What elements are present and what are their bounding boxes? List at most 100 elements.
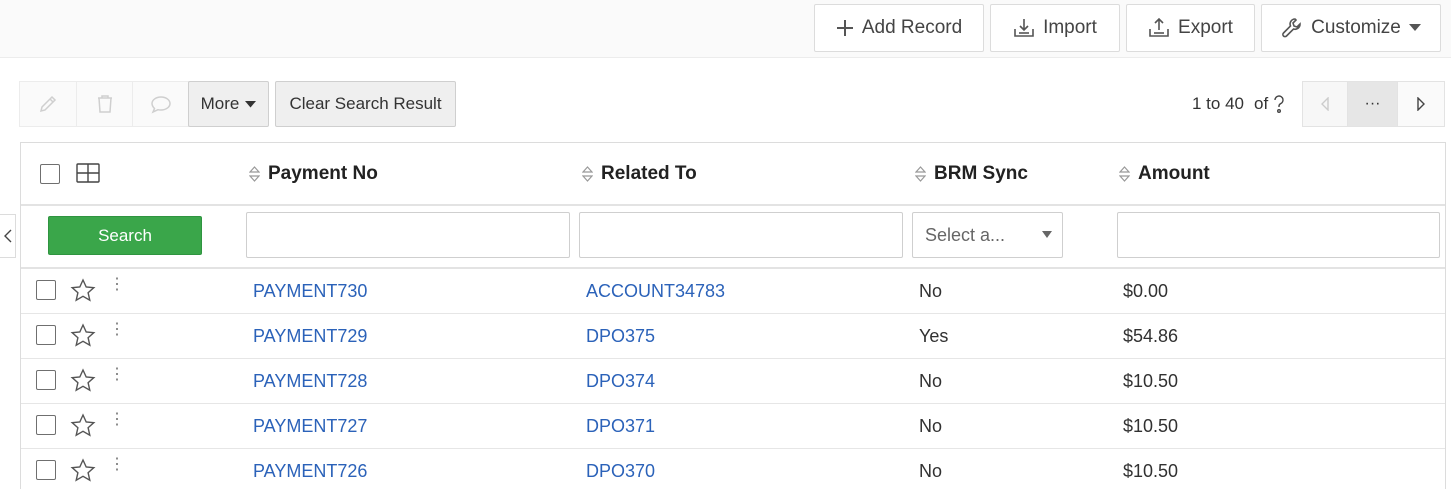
previous-page-button[interactable] bbox=[1302, 81, 1348, 127]
export-button[interactable]: Export bbox=[1126, 4, 1255, 52]
comment-icon bbox=[150, 96, 171, 114]
search-button-label: Search bbox=[98, 225, 152, 245]
column-header-label: BRM Sync bbox=[934, 163, 1028, 184]
column-header-brm-sync[interactable]: BRM Sync bbox=[915, 163, 1028, 185]
clear-search-result-button[interactable]: Clear Search Result bbox=[275, 81, 456, 127]
import-label: Import bbox=[1043, 17, 1097, 38]
sort-icon bbox=[249, 166, 260, 182]
brm-sync-value: Yes bbox=[919, 326, 949, 346]
payment-no-link[interactable]: PAYMENT726 bbox=[253, 461, 367, 482]
amount-filter-input[interactable] bbox=[1117, 212, 1440, 258]
column-header-payment-no[interactable]: Payment No bbox=[249, 163, 378, 185]
brm-sync-value: No bbox=[919, 371, 943, 391]
related-to-link[interactable]: ACCOUNT34783 bbox=[586, 281, 725, 302]
import-button[interactable]: Import bbox=[990, 4, 1120, 52]
edit-button[interactable] bbox=[19, 81, 77, 127]
table-row[interactable]: ⋮ PAYMENT727 DPO371 No $10.50 bbox=[21, 404, 1445, 449]
amount-value: $10.50 bbox=[1123, 371, 1179, 391]
pagination-more-button[interactable]: ··· bbox=[1347, 81, 1398, 127]
star-icon[interactable] bbox=[70, 413, 96, 439]
chevron-left-icon bbox=[1321, 97, 1329, 111]
top-bar: Add Record Import Export Customize bbox=[0, 0, 1451, 58]
table-row[interactable]: ⋮ PAYMENT726 DPO370 No $10.50 bbox=[21, 449, 1445, 489]
table-row[interactable]: ⋮ PAYMENT729 DPO375 Yes $54.86 bbox=[21, 314, 1445, 359]
star-icon[interactable] bbox=[70, 368, 96, 394]
row-checkbox[interactable] bbox=[36, 460, 56, 480]
row-menu-icon[interactable]: ⋮ bbox=[109, 322, 125, 338]
select-all-checkbox[interactable] bbox=[40, 164, 60, 184]
row-checkbox[interactable] bbox=[36, 370, 56, 390]
add-record-label: Add Record bbox=[861, 17, 963, 38]
import-icon bbox=[1014, 19, 1034, 37]
related-to-link[interactable]: DPO374 bbox=[586, 371, 655, 392]
column-header-label: Amount bbox=[1138, 163, 1210, 184]
pagination-dots: ··· bbox=[1364, 95, 1381, 112]
caret-down-icon bbox=[1408, 24, 1421, 31]
row-checkbox[interactable] bbox=[36, 415, 56, 435]
wrench-icon bbox=[1282, 18, 1301, 38]
row-checkbox[interactable] bbox=[36, 325, 56, 345]
amount-value: $10.50 bbox=[1123, 416, 1179, 436]
column-grid-icon[interactable] bbox=[76, 163, 100, 183]
column-header-amount[interactable]: Amount bbox=[1119, 163, 1210, 185]
more-label: More bbox=[200, 94, 240, 113]
row-checkbox[interactable] bbox=[36, 280, 56, 300]
collapse-sidebar-handle[interactable] bbox=[0, 214, 16, 258]
payment-no-link[interactable]: PAYMENT728 bbox=[253, 371, 367, 392]
select-placeholder: Select a... bbox=[925, 224, 1006, 245]
related-to-filter-input[interactable] bbox=[579, 212, 903, 258]
pagination-info: 1 to 40 of bbox=[1192, 94, 1286, 114]
brm-sync-value: No bbox=[919, 281, 943, 301]
comment-button[interactable] bbox=[132, 81, 189, 127]
related-to-link[interactable]: DPO375 bbox=[586, 326, 655, 347]
next-page-button[interactable] bbox=[1397, 81, 1445, 127]
export-icon bbox=[1149, 17, 1169, 37]
row-menu-icon[interactable]: ⋮ bbox=[109, 457, 125, 473]
amount-value: $0.00 bbox=[1123, 281, 1169, 301]
column-header-related-to[interactable]: Related To bbox=[582, 163, 697, 185]
payment-no-link[interactable]: PAYMENT727 bbox=[253, 416, 367, 437]
payment-no-filter-input[interactable] bbox=[246, 212, 570, 258]
table-row[interactable]: ⋮ PAYMENT728 DPO374 No $10.50 bbox=[21, 359, 1445, 404]
amount-value: $10.50 bbox=[1123, 461, 1179, 481]
search-button[interactable]: Search bbox=[48, 216, 202, 255]
plus-icon bbox=[836, 20, 853, 36]
row-menu-icon[interactable]: ⋮ bbox=[109, 367, 125, 383]
amount-value: $54.86 bbox=[1123, 326, 1179, 346]
brm-sync-filter-select[interactable]: Select a... bbox=[912, 212, 1063, 258]
row-menu-icon[interactable]: ⋮ bbox=[109, 412, 125, 428]
related-to-link[interactable]: DPO370 bbox=[586, 461, 655, 482]
add-record-button[interactable]: Add Record bbox=[814, 4, 984, 52]
caret-down-icon bbox=[245, 100, 257, 107]
filter-row: Search Select a... bbox=[21, 206, 1445, 269]
chevron-right-icon bbox=[1417, 97, 1425, 111]
delete-button[interactable] bbox=[76, 81, 133, 127]
star-icon[interactable] bbox=[70, 323, 96, 349]
payment-no-link[interactable]: PAYMENT730 bbox=[253, 281, 367, 302]
export-label: Export bbox=[1178, 17, 1233, 38]
pagination-of: of bbox=[1254, 94, 1269, 113]
column-header-label: Payment No bbox=[268, 163, 378, 184]
more-dropdown[interactable]: More bbox=[188, 81, 269, 127]
brm-sync-value: No bbox=[919, 416, 943, 436]
records-table: Payment No Related To BRM Sync Amount Se… bbox=[20, 142, 1446, 489]
table-header: Payment No Related To BRM Sync Amount bbox=[21, 143, 1445, 206]
pagination-range: 1 to 40 bbox=[1192, 94, 1244, 113]
pencil-icon bbox=[39, 95, 57, 113]
customize-label: Customize bbox=[1311, 17, 1401, 38]
clear-search-label: Clear Search Result bbox=[289, 94, 442, 113]
customize-button[interactable]: Customize bbox=[1261, 4, 1441, 52]
row-menu-icon[interactable]: ⋮ bbox=[109, 277, 125, 293]
question-icon[interactable] bbox=[1272, 94, 1286, 114]
column-header-label: Related To bbox=[601, 163, 697, 184]
payment-no-link[interactable]: PAYMENT729 bbox=[253, 326, 367, 347]
star-icon[interactable] bbox=[70, 278, 96, 304]
trash-icon bbox=[97, 95, 112, 113]
sort-icon bbox=[1119, 166, 1130, 182]
related-to-link[interactable]: DPO371 bbox=[586, 416, 655, 437]
brm-sync-value: No bbox=[919, 461, 943, 481]
table-row[interactable]: ⋮ PAYMENT730 ACCOUNT34783 No $0.00 bbox=[21, 269, 1445, 314]
caret-down-icon bbox=[1042, 231, 1052, 238]
chevron-left-icon bbox=[3, 229, 11, 243]
star-icon[interactable] bbox=[70, 458, 96, 484]
